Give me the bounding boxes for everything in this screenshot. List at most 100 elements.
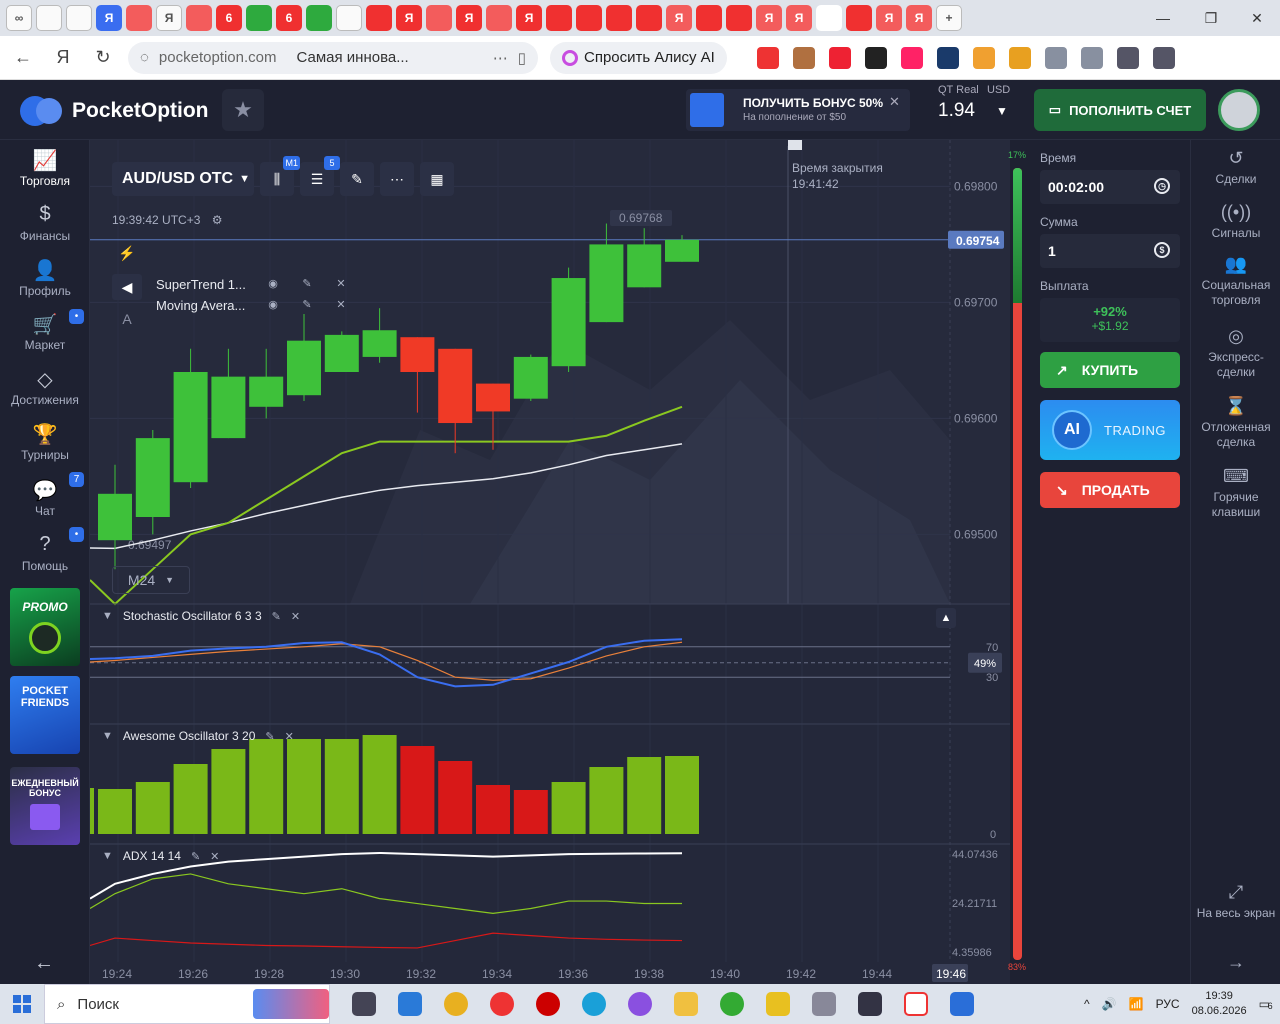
folder-icon[interactable] bbox=[674, 992, 698, 1016]
amount-field[interactable]: 1 $ bbox=[1040, 234, 1180, 268]
yandex-icon[interactable]: Я bbox=[46, 41, 80, 75]
edge-icon[interactable] bbox=[582, 992, 606, 1016]
pencil-icon[interactable]: ✎ bbox=[191, 850, 200, 863]
time-field[interactable]: 00:02:00 ◷ bbox=[1040, 170, 1180, 204]
extension-icon[interactable] bbox=[756, 46, 779, 69]
extension-icon[interactable] bbox=[1008, 46, 1031, 69]
sell-button[interactable]: ↘ ПРОДАТЬ bbox=[1040, 472, 1180, 508]
nav-signals[interactable]: ((•)) Сигналы bbox=[1191, 202, 1280, 241]
minimize-icon[interactable]: — bbox=[1140, 0, 1186, 36]
chevron-up-icon[interactable]: ^ bbox=[1084, 997, 1090, 1011]
close-icon[interactable]: ✕ bbox=[285, 730, 294, 743]
browser-tab[interactable] bbox=[726, 5, 752, 31]
browser-tab[interactable]: ∞ bbox=[6, 5, 32, 31]
close-icon[interactable]: ✕ bbox=[334, 295, 348, 316]
cookie-extension-icon[interactable] bbox=[792, 46, 815, 69]
extension-icon[interactable] bbox=[1116, 46, 1139, 69]
avatar[interactable] bbox=[1218, 89, 1260, 131]
deposit-button[interactable]: ▭ ПОПОЛНИТЬ СЧЕТ bbox=[1034, 89, 1206, 131]
browser-tab[interactable]: 6 bbox=[276, 5, 302, 31]
browser-tab[interactable] bbox=[486, 5, 512, 31]
volume-icon[interactable]: 🔊 bbox=[1102, 997, 1117, 1011]
gear-icon[interactable]: ⚙ bbox=[212, 213, 223, 227]
nav-trades[interactable]: ↺ Сделки bbox=[1191, 148, 1280, 187]
more-icon[interactable]: ⋯ bbox=[493, 49, 508, 67]
account-selector[interactable]: QT Real USD 1.94 ▼ bbox=[930, 82, 1020, 138]
browser-tab[interactable]: Я bbox=[876, 5, 902, 31]
yandex-browser-icon[interactable] bbox=[490, 992, 514, 1016]
language-indicator[interactable]: РУС bbox=[1156, 997, 1180, 1011]
collapse-indicators-button[interactable]: ◀ bbox=[112, 274, 142, 300]
chevron-down-icon[interactable]: ▼ bbox=[102, 730, 113, 742]
close-icon[interactable]: ✕ bbox=[334, 274, 348, 295]
close-icon[interactable]: ✕ bbox=[210, 850, 219, 863]
browser-tab[interactable] bbox=[66, 5, 92, 31]
ai-trading-button[interactable]: AI TRADING bbox=[1040, 400, 1180, 460]
layout-button[interactable]: ▦ bbox=[420, 162, 454, 196]
browser-tab[interactable]: Я bbox=[156, 5, 182, 31]
url-field[interactable]: ◌ pocketoption.com Самая иннова... ⋯ ▯ bbox=[128, 41, 538, 74]
logo[interactable]: PocketOption bbox=[20, 96, 209, 126]
taskbar-clock[interactable]: 19:39 08.06.2026 bbox=[1192, 989, 1247, 1019]
browser-tab[interactable]: Я bbox=[666, 5, 692, 31]
browser-tab[interactable]: Я bbox=[96, 5, 122, 31]
extension-icon[interactable] bbox=[900, 46, 923, 69]
app-icon[interactable] bbox=[858, 992, 882, 1016]
nav-pending[interactable]: ⌛ Отложенная сделка bbox=[1191, 396, 1280, 450]
alice-button[interactable]: Спросить Алису AI bbox=[550, 41, 727, 74]
restore-icon[interactable]: ❐ bbox=[1188, 0, 1234, 36]
lightning-icon[interactable]: ⚡ bbox=[112, 240, 142, 266]
browser-tab[interactable]: Я bbox=[396, 5, 422, 31]
browser-tab[interactable] bbox=[696, 5, 722, 31]
extension-icon[interactable] bbox=[936, 46, 959, 69]
eye-icon[interactable]: ◉ bbox=[266, 274, 280, 295]
nav-profile[interactable]: 👤 Профиль bbox=[0, 258, 90, 298]
promo-card[interactable]: PROMO bbox=[10, 588, 80, 666]
daily-bonus-card[interactable]: ЕЖЕДНЕВНЫЙ БОНУС bbox=[10, 767, 80, 845]
browser-tab[interactable] bbox=[426, 5, 452, 31]
pocket-friends-card[interactable]: POCKET FRIENDS bbox=[10, 676, 80, 754]
browser-tab[interactable] bbox=[36, 5, 62, 31]
browser-tab[interactable]: Я bbox=[906, 5, 932, 31]
browser-tab[interactable] bbox=[606, 5, 632, 31]
app-icon[interactable] bbox=[628, 992, 652, 1016]
wifi-icon[interactable]: 📶 bbox=[1129, 997, 1144, 1011]
nav-express[interactable]: ◎ Экспресс-сделки bbox=[1191, 326, 1280, 380]
app-icon[interactable] bbox=[720, 992, 744, 1016]
bookmark-icon[interactable]: ▯ bbox=[518, 49, 526, 67]
new-tab-icon[interactable]: + bbox=[936, 5, 962, 31]
chevron-up-icon[interactable]: ▲ bbox=[936, 608, 956, 628]
site-info-icon[interactable]: ◌ bbox=[140, 49, 149, 66]
browser-tab[interactable]: Я bbox=[756, 5, 782, 31]
extension-icon[interactable] bbox=[864, 46, 887, 69]
pencil-icon[interactable]: ✎ bbox=[300, 295, 314, 316]
close-icon[interactable]: ✕ bbox=[291, 610, 300, 623]
browser-tab[interactable]: Я bbox=[786, 5, 812, 31]
browser-tab[interactable] bbox=[846, 5, 872, 31]
timeframe-selector[interactable]: M24 ▼ bbox=[112, 566, 190, 594]
favorites-star-icon[interactable]: ★ bbox=[222, 89, 264, 131]
mail-icon[interactable] bbox=[398, 992, 422, 1016]
pencil-icon[interactable]: ✎ bbox=[272, 610, 281, 623]
nav-finance[interactable]: $ Финансы bbox=[0, 203, 90, 243]
pencil-icon[interactable]: ✎ bbox=[265, 730, 274, 743]
opera-icon[interactable] bbox=[536, 992, 560, 1016]
taskbar-search[interactable]: ⌕ Поиск bbox=[44, 984, 330, 1024]
browser-tab[interactable] bbox=[246, 5, 272, 31]
bonus-banner[interactable]: ПОЛУЧИТЬ БОНУС 50% На пополнение от $50 … bbox=[686, 89, 910, 131]
nav-fullscreen[interactable]: ⤢ На весь экран bbox=[1191, 882, 1280, 921]
chart-type-button[interactable]: ⫼ M1 bbox=[260, 156, 300, 196]
drawing-button[interactable]: ✎ bbox=[340, 162, 374, 196]
chrome-icon[interactable] bbox=[444, 992, 468, 1016]
browser-tab[interactable] bbox=[636, 5, 662, 31]
expand-arrow-icon[interactable]: → bbox=[1191, 952, 1280, 974]
windows-start-icon[interactable] bbox=[0, 984, 44, 1024]
indicators-button[interactable]: ☰ 5 bbox=[300, 156, 340, 196]
browser-tab[interactable] bbox=[336, 5, 362, 31]
clock-icon[interactable]: ◷ bbox=[1154, 178, 1170, 194]
close-window-icon[interactable]: ✕ bbox=[1234, 0, 1280, 36]
browser-tab[interactable]: Я bbox=[456, 5, 482, 31]
lock-app-icon[interactable] bbox=[766, 992, 790, 1016]
extension-icon[interactable] bbox=[828, 46, 851, 69]
nav-achievements[interactable]: ◇ Достижения bbox=[0, 367, 90, 407]
